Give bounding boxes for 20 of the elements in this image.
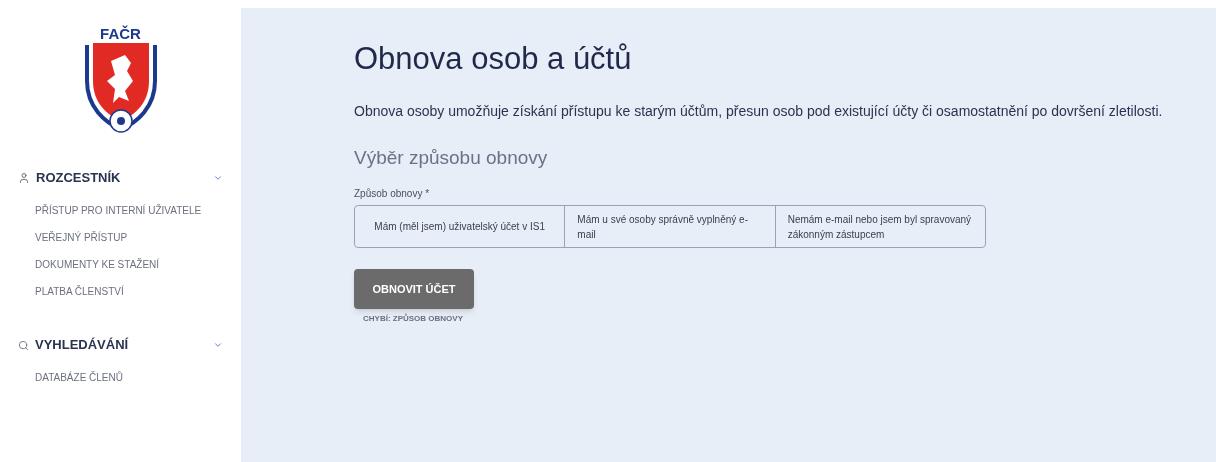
option-button[interactable]: Mám (měl jsem) uživatelský účet v IS1 xyxy=(355,206,565,248)
sidebar-link[interactable]: VEŘEJNÝ PŘÍSTUP xyxy=(35,230,241,246)
intro-text: Obnova osoby umožňuje získání přístupu ke starým účtům, přesun osob pod existující účty či osamostatnění po dovršení zletilosti. xyxy=(354,101,1163,121)
option-button[interactable]: Mám u své osoby správně vyplněný e-mail xyxy=(564,206,775,248)
page-title: Obnova osob a účtů xyxy=(354,40,632,78)
section-title[interactable]: VYHLEDÁVÁNÍ xyxy=(35,335,129,355)
search-icon xyxy=(18,339,29,351)
option-button[interactable]: Nemám e-mail nebo jsem byl spravovaný zákonným zástupcem xyxy=(774,206,985,248)
error-message: CHYBÍ: ZPŮSOB OBNOVY xyxy=(363,313,463,326)
chevron-icon[interactable] xyxy=(213,340,223,350)
chevron-icon[interactable] xyxy=(213,173,223,183)
user-icon xyxy=(18,172,30,184)
field-label: Způsob obnovy * xyxy=(354,187,430,202)
sidebar-link[interactable]: PŘÍSTUP PRO INTERNÍ UŽIVATELE xyxy=(35,203,241,219)
sidebar-link[interactable]: PLATBA ČLENSTVÍ xyxy=(35,284,241,300)
sidebar-link[interactable]: DOKUMENTY KE STAŽENÍ xyxy=(35,257,241,273)
section-subtitle: Výběr způsobu obnovy xyxy=(354,145,548,170)
section-title[interactable]: ROZCESTNÍK xyxy=(36,168,121,188)
sidebar-link[interactable]: DATABÁZE ČLENŮ xyxy=(35,370,241,386)
logo-text: FAČR xyxy=(100,26,141,41)
